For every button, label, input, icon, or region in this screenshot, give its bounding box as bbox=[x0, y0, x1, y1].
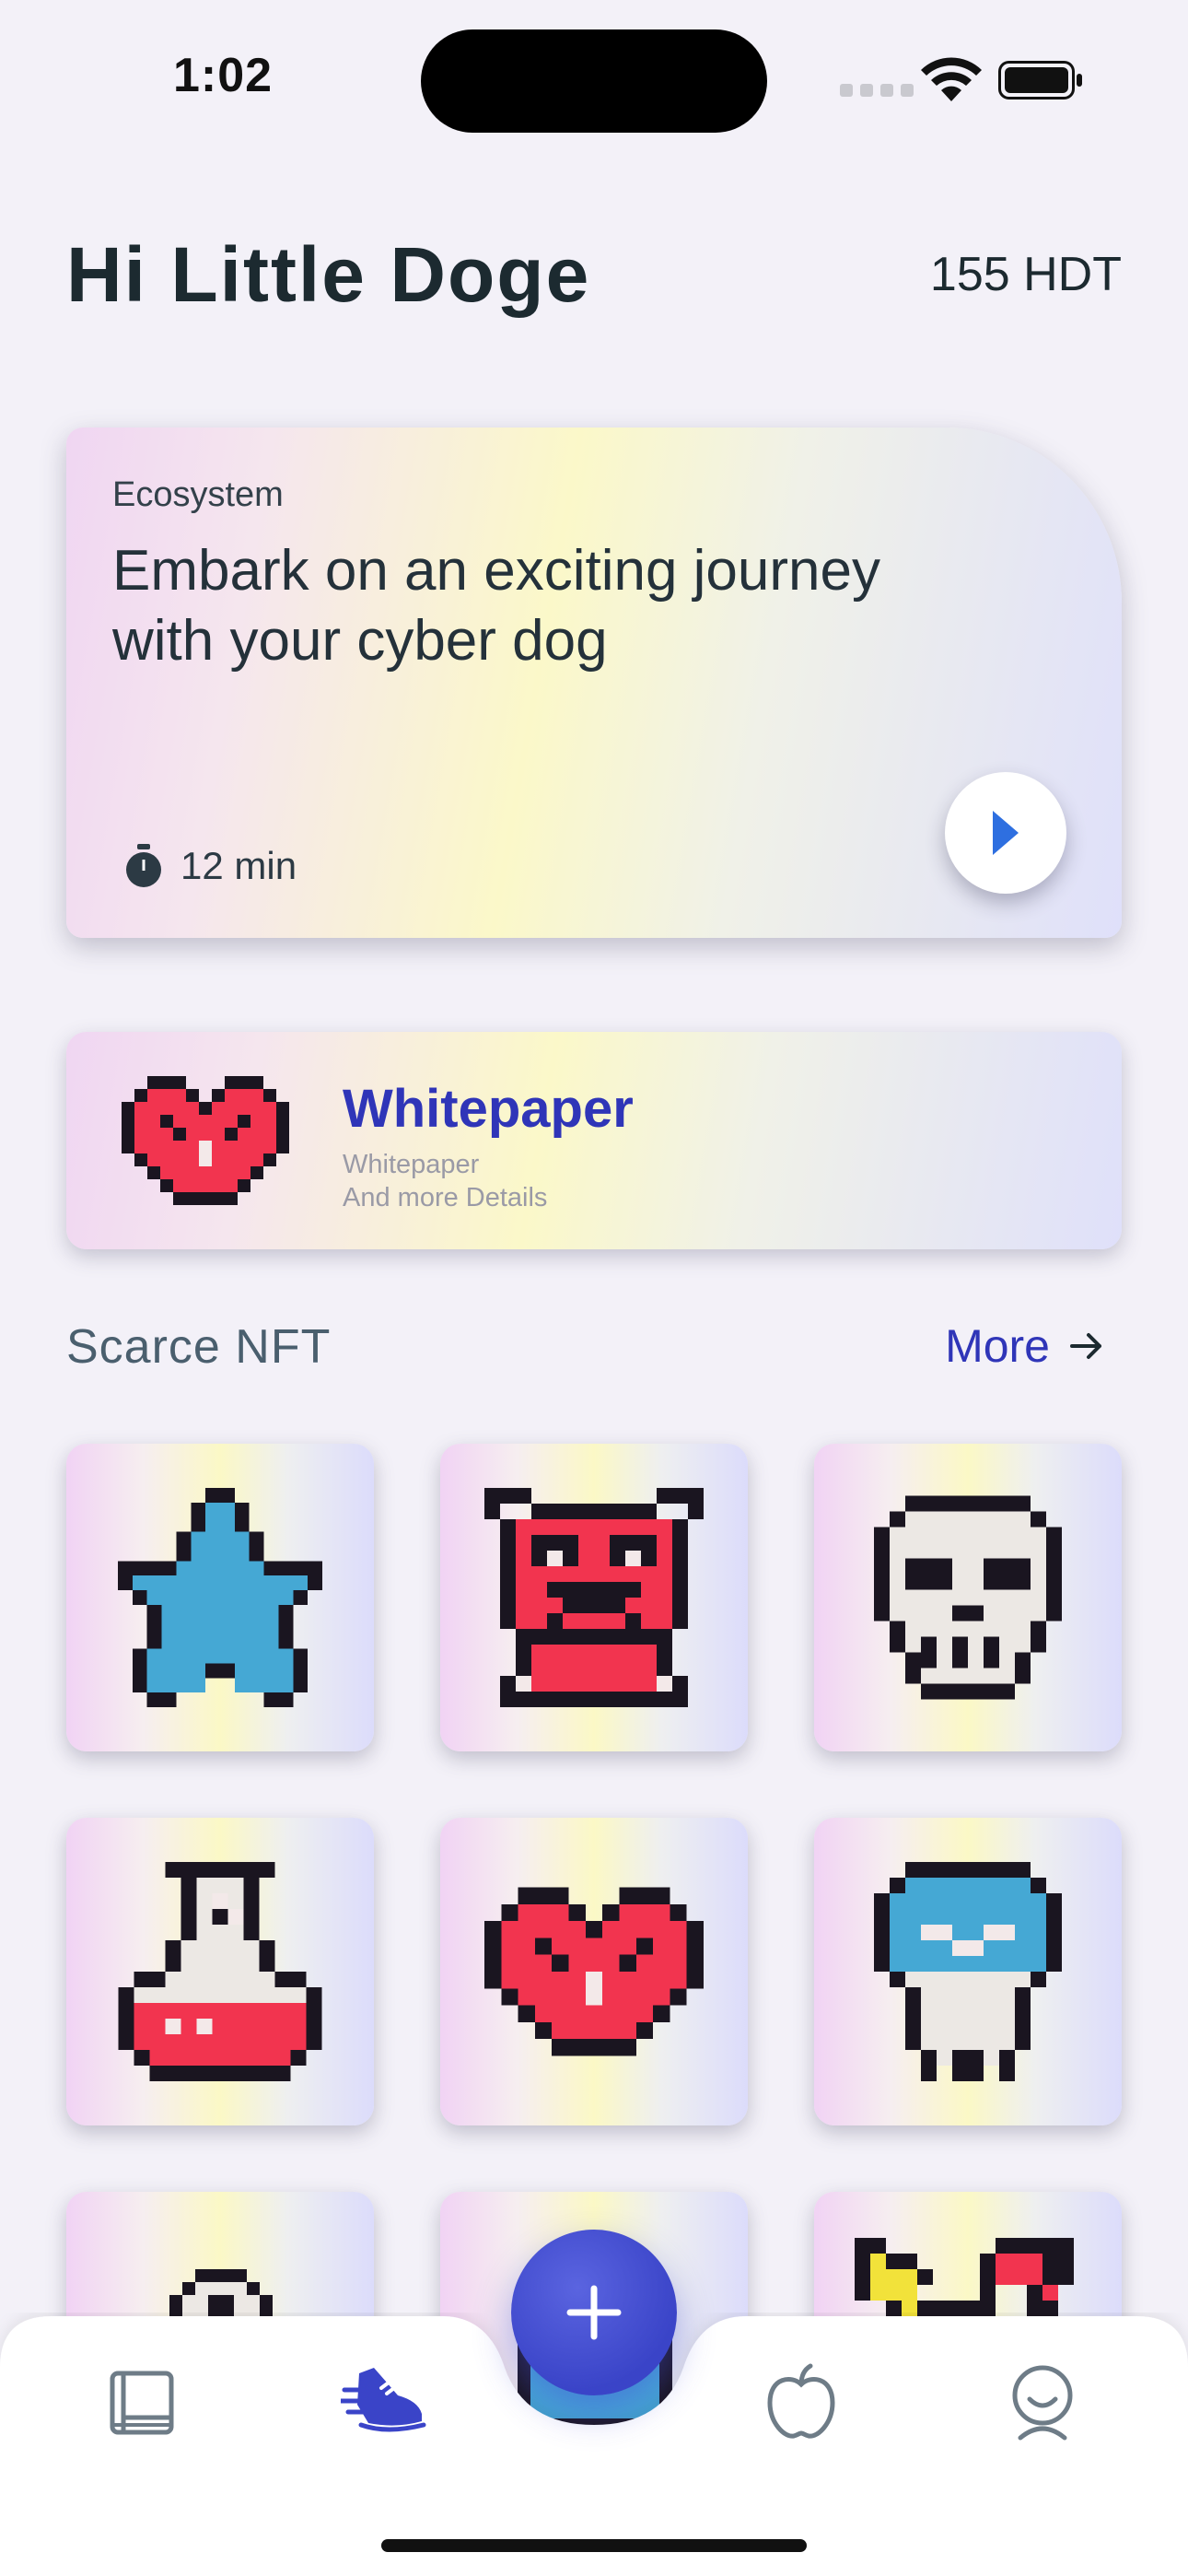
nft-tile-potion[interactable] bbox=[66, 1818, 374, 2125]
book-icon[interactable] bbox=[107, 2366, 181, 2440]
status-time: 1:02 bbox=[173, 49, 274, 102]
arrow-right-icon bbox=[1070, 1333, 1101, 1359]
whitepaper-subtitle: Whitepaper bbox=[343, 1150, 480, 1179]
hero-duration-label: 12 min bbox=[181, 844, 297, 887]
play-button[interactable] bbox=[945, 772, 1066, 894]
nft-tile-ghost[interactable] bbox=[814, 1818, 1122, 2125]
nft-tile-skull[interactable] bbox=[814, 1444, 1122, 1751]
nft-tile-star[interactable] bbox=[66, 1444, 374, 1751]
greeting-title: Hi Little Doge bbox=[66, 231, 591, 318]
apple-icon[interactable] bbox=[764, 2362, 838, 2441]
hero-card[interactable]: Ecosystem Embark on an exciting journey … bbox=[66, 427, 1122, 938]
pixel-ghost-icon bbox=[874, 1862, 1062, 2081]
battery-icon bbox=[998, 61, 1082, 100]
more-link[interactable]: More bbox=[945, 1319, 1105, 1373]
sneaker-icon[interactable] bbox=[341, 2364, 427, 2441]
pixel-potion-icon bbox=[118, 1862, 322, 2081]
nft-tile-red-bear[interactable] bbox=[440, 1444, 748, 1751]
profile-icon[interactable] bbox=[1006, 2362, 1079, 2441]
nft-tile-heart[interactable] bbox=[440, 1818, 748, 2125]
pixel-star-icon bbox=[117, 1488, 323, 1707]
whitepaper-title: Whitepaper bbox=[343, 1079, 634, 1139]
add-button[interactable] bbox=[511, 2230, 677, 2395]
whitepaper-subtitle-details: And more Details bbox=[343, 1183, 548, 1212]
home-indicator bbox=[381, 2539, 807, 2552]
dynamic-island bbox=[421, 29, 767, 133]
more-label: More bbox=[945, 1320, 1050, 1372]
play-icon bbox=[993, 811, 1019, 855]
pixel-heart-icon bbox=[122, 1076, 289, 1205]
whitepaper-card[interactable]: Whitepaper Whitepaper And more Details bbox=[66, 1032, 1122, 1249]
pixel-red-bear-icon bbox=[484, 1488, 704, 1707]
wifi-icon bbox=[921, 57, 982, 101]
plus-icon bbox=[566, 2285, 622, 2340]
token-balance: 155 HDT bbox=[929, 248, 1122, 301]
cellular-signal-icon bbox=[840, 84, 914, 97]
hero-duration: 12 min bbox=[123, 844, 297, 888]
stopwatch-icon bbox=[126, 844, 161, 887]
pixel-skull-icon bbox=[874, 1495, 1062, 1700]
section-title-scarce-nft: Scarce NFT bbox=[66, 1320, 332, 1374]
hero-title: Embark on an exciting journey with your … bbox=[112, 539, 881, 673]
pixel-heart-icon bbox=[484, 1887, 704, 2056]
hero-category: Ecosystem bbox=[112, 475, 284, 514]
